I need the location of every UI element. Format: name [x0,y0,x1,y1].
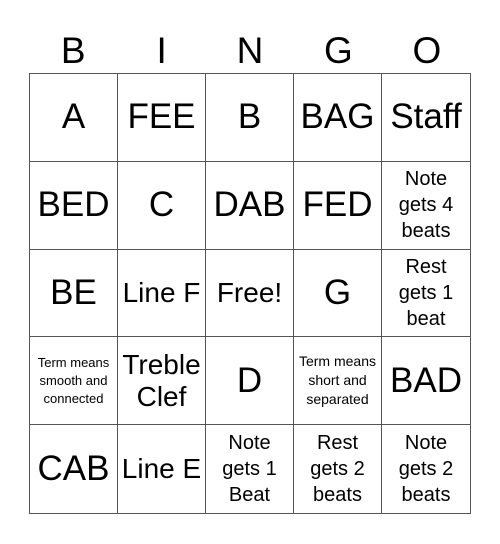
bingo-cell[interactable]: Term means short and separated [294,337,382,426]
bingo-cell[interactable]: Rest gets 1 beat [382,250,470,338]
bingo-cell[interactable]: Note gets 1 Beat [206,425,294,513]
bingo-cell[interactable]: Term means smooth and connected [30,337,118,426]
bingo-header: B I N G O [29,28,471,74]
bingo-cell[interactable]: FED [294,161,382,250]
bingo-cell[interactable]: BED [30,161,118,250]
bingo-cell[interactable]: Free! [206,249,294,338]
bingo-cell[interactable]: A [30,74,118,162]
bingo-cell[interactable]: CAB [30,425,118,513]
bingo-cell[interactable]: DAB [206,161,294,250]
bingo-cell[interactable]: BAG [294,74,382,162]
bingo-cell[interactable]: C [118,161,206,250]
header-letter-o: O [412,30,442,71]
bingo-cell[interactable]: Note gets 4 beats [382,162,470,250]
bingo-cell[interactable]: Line F [118,249,206,338]
header-letter-n: N [236,30,264,71]
bingo-cell[interactable]: D [206,337,294,426]
header-letter-i: I [156,30,167,71]
bingo-cell[interactable]: Staff [382,74,470,162]
bingo-cell[interactable]: Line E [118,425,206,513]
bingo-cell[interactable]: BAD [382,337,470,426]
bingo-cell[interactable]: Treble Clef [118,337,206,426]
bingo-cell[interactable]: Rest gets 2 beats [294,425,382,513]
bingo-cell[interactable]: B [206,74,294,162]
bingo-cell[interactable]: FEE [118,74,206,162]
bingo-cell[interactable]: G [294,249,382,338]
bingo-grid: A FEE B BAG Staff BED C DAB FED Note gets 4 beats… [29,73,471,514]
bingo-cell[interactable]: BE [30,249,118,338]
header-letter-g: G [324,30,353,71]
bingo-cell[interactable]: Note gets 2 beats [382,425,470,513]
header-letter-b: B [60,30,86,71]
